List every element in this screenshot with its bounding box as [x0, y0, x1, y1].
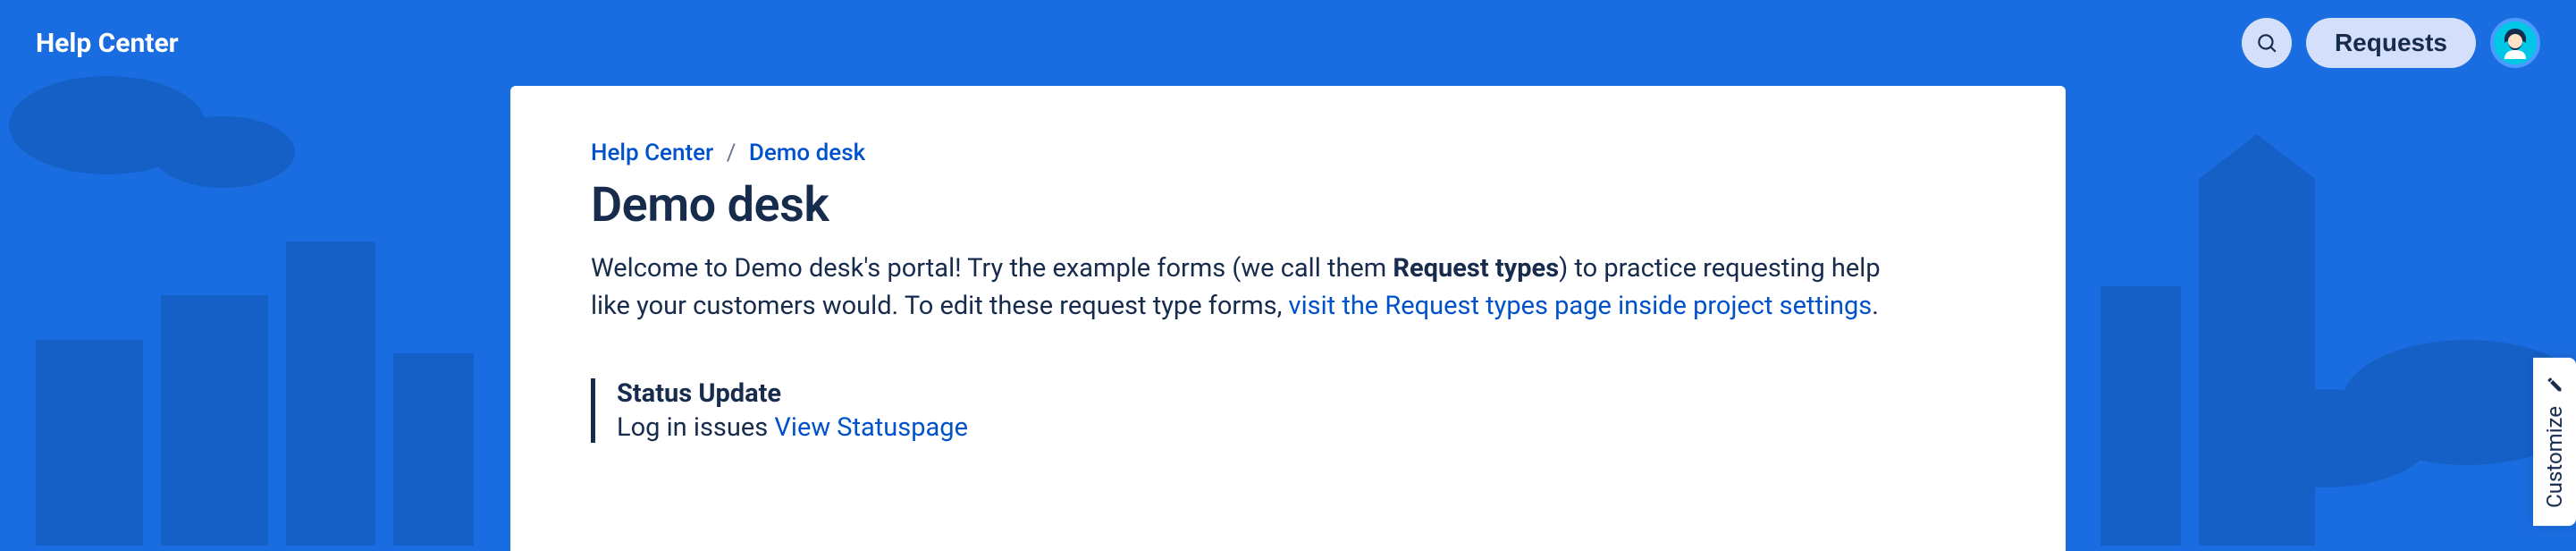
- desc-text-3: .: [1872, 291, 1879, 321]
- page-description: Welcome to Demo desk's portal! Try the e…: [591, 250, 1887, 325]
- customize-label: Customize: [2542, 406, 2567, 508]
- search-button[interactable]: [2242, 18, 2292, 68]
- brand-title[interactable]: Help Center: [36, 28, 179, 59]
- status-text: Log in issues View Statuspage: [617, 412, 1887, 443]
- avatar-icon: [2496, 23, 2535, 63]
- page-title: Demo desk: [591, 177, 1887, 233]
- breadcrumb-root[interactable]: Help Center: [591, 140, 713, 166]
- topbar: Help Center Requests: [0, 0, 2576, 86]
- breadcrumb-current[interactable]: Demo desk: [749, 140, 865, 166]
- status-heading: Status Update: [617, 378, 1887, 409]
- breadcrumb: Help Center / Demo desk: [591, 140, 1887, 166]
- main-card: Help Center / Demo desk Demo desk Welcom…: [510, 86, 2066, 551]
- user-avatar[interactable]: [2490, 18, 2540, 68]
- requests-button[interactable]: Requests: [2306, 18, 2476, 68]
- status-link[interactable]: View Statuspage: [774, 412, 968, 443]
- desc-link[interactable]: visit the Request types page inside proj…: [1289, 291, 1873, 321]
- search-icon: [2255, 31, 2278, 55]
- customize-tab[interactable]: Customize: [2533, 358, 2576, 526]
- status-message: Log in issues: [617, 412, 774, 443]
- desc-bold: Request types: [1393, 253, 1559, 284]
- topbar-actions: Requests: [2242, 18, 2540, 68]
- breadcrumb-separator: /: [727, 140, 737, 166]
- status-block: Status Update Log in issues View Statusp…: [591, 378, 1887, 443]
- desc-text-1: Welcome to Demo desk's portal! Try the e…: [591, 253, 1393, 284]
- pencil-icon: [2546, 376, 2563, 394]
